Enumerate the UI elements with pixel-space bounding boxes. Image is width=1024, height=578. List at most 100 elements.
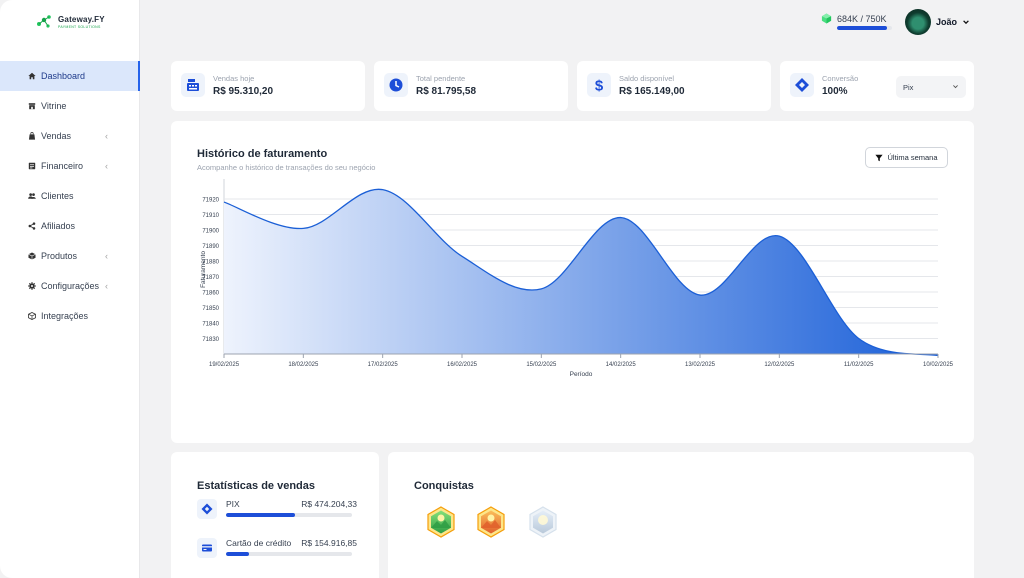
badge-orange-icon[interactable] (476, 506, 506, 538)
stat-label: Vendas hoje (213, 74, 255, 83)
bag-icon (27, 132, 36, 141)
brand-logo[interactable]: Gateway.FY PAYMENT SOLUTIONS (36, 14, 105, 30)
xp-progress: 684K / 750K (821, 13, 892, 30)
xp-bar-fill (837, 26, 888, 30)
x-tick-label: 19/02/2025 (209, 362, 240, 368)
payment-bar-fill (226, 513, 296, 517)
x-tick-label: 10/02/2025 (923, 362, 954, 368)
y-tick-label: 71860 (202, 290, 219, 296)
y-tick-label: 71900 (202, 228, 219, 234)
pix-icon (795, 78, 809, 92)
payment-method-select[interactable]: Pix (896, 76, 966, 98)
stat-value: 100% (822, 86, 848, 97)
payment-value: R$ 154.916,85 (301, 538, 357, 548)
clock-icon (389, 78, 403, 92)
y-axis-title: Faturamento (200, 251, 207, 288)
y-tick-label: 71830 (202, 337, 219, 343)
sidebar-item-produtos[interactable]: Produtos ‹ (0, 241, 140, 271)
stat-card-sales-today: Vendas hoje R$ 95.310,20 (171, 61, 365, 111)
x-axis-title: Período (570, 371, 593, 378)
sidebar-item-clientes[interactable]: Clientes (0, 181, 140, 211)
y-tick-label: 71920 (202, 197, 219, 203)
select-value: Pix (903, 82, 914, 92)
gem-icon (821, 13, 832, 24)
sales-stats-card: Estatísticas de vendas PIX R$ 474.204,33 (171, 452, 379, 578)
sidebar-item-vendas[interactable]: Vendas ‹ (0, 121, 140, 151)
sidebar-item-label: Vendas (41, 131, 72, 141)
payment-name: Cartão de crédito (226, 538, 292, 548)
x-tick-label: 15/02/2025 (526, 362, 557, 368)
pix-icon (201, 503, 213, 515)
sidebar-nav: Dashboard Vitrine Vendas ‹ Financeiro ‹ Client… (0, 61, 140, 331)
sidebar-item-afiliados[interactable]: Afiliados (0, 211, 140, 241)
avatar[interactable] (905, 9, 931, 35)
stat-icon-wrap (384, 73, 408, 97)
credit-card-icon (202, 544, 212, 552)
achievements-card: Conquistas (388, 452, 974, 578)
sidebar-item-dashboard[interactable]: Dashboard (0, 61, 140, 91)
user-menu[interactable]: João (905, 9, 970, 35)
sidebar-item-label: Afiliados (41, 221, 76, 231)
payment-name: PIX (226, 499, 240, 509)
home-icon (27, 72, 36, 81)
payment-value: R$ 474.204,33 (301, 499, 357, 509)
sidebar-item-label: Produtos (41, 251, 78, 261)
x-tick-label: 14/02/2025 (606, 362, 637, 368)
xp-bar (837, 26, 892, 30)
payment-row-pix: PIX R$ 474.204,33 (195, 499, 357, 529)
app-window: Gateway.FY PAYMENT SOLUTIONS Dashboard Vi… (0, 0, 1024, 578)
badge-locked-icon[interactable] (528, 506, 558, 538)
sidebar-item-label: Clientes (41, 191, 74, 201)
payment-bar (226, 552, 352, 556)
badge-green-icon[interactable] (426, 506, 456, 538)
xp-text: 684K / 750K (837, 13, 887, 24)
stat-label: Saldo disponível (619, 74, 675, 83)
box-icon (27, 252, 36, 261)
brand-name: Gateway.FY (58, 15, 105, 24)
cube-icon (27, 312, 36, 321)
x-tick-label: 17/02/2025 (368, 362, 399, 368)
stat-card-pending: Total pendente R$ 81.795,58 (374, 61, 568, 111)
logo-icon (37, 15, 51, 28)
stat-card-balance: $ Saldo disponível R$ 165.149,00 (577, 61, 771, 111)
y-tick-label: 71890 (202, 244, 219, 250)
sidebar-item-vitrine[interactable]: Vitrine (0, 91, 140, 121)
store-icon (27, 102, 36, 111)
stat-value: R$ 81.795,58 (416, 86, 477, 97)
chevron-left-icon: ‹ (105, 131, 108, 141)
dollar-icon: $ (595, 78, 604, 94)
sidebar-item-label: Vitrine (41, 101, 67, 111)
sidebar-item-label: Financeiro (41, 161, 84, 171)
sidebar-item-label: Dashboard (41, 71, 86, 81)
payment-bar (226, 513, 352, 517)
sidebar-item-financeiro[interactable]: Financeiro ‹ (0, 151, 140, 181)
x-tick-label: 16/02/2025 (447, 362, 478, 368)
cash-register-icon (187, 79, 199, 91)
chevron-down-icon[interactable] (962, 18, 970, 26)
y-tick-label: 71850 (202, 306, 219, 312)
revenue-history-card: Histórico de faturamento Acompanhe o his… (171, 121, 974, 443)
chevron-left-icon: ‹ (105, 161, 108, 171)
stat-icon-wrap: $ (587, 73, 611, 97)
x-tick-label: 13/02/2025 (685, 362, 716, 368)
payment-row-credit-card: Cartão de crédito R$ 154.916,85 (195, 538, 357, 568)
brand-tagline: PAYMENT SOLUTIONS (58, 25, 101, 29)
stat-icon-wrap (790, 73, 814, 97)
share-icon (27, 222, 36, 231)
x-tick-label: 18/02/2025 (288, 362, 319, 368)
chevron-down-icon (953, 85, 958, 89)
sidebar-item-configuracoes[interactable]: Configurações ‹ (0, 271, 140, 301)
pay-icon-wrap (197, 499, 217, 519)
sidebar-item-label: Configurações (41, 281, 100, 291)
stat-label: Total pendente (416, 74, 466, 83)
chevron-left-icon: ‹ (105, 251, 108, 261)
stat-card-conversion: Conversão 100% Pix (780, 61, 974, 111)
y-tick-label: 71910 (202, 213, 219, 219)
pay-icon-wrap (197, 538, 217, 558)
payment-bar-fill (226, 552, 249, 556)
y-tick-label: 71840 (202, 321, 219, 327)
users-icon (27, 192, 36, 201)
sidebar-item-integracoes[interactable]: Integrações (0, 301, 140, 331)
stat-value: R$ 95.310,20 (213, 86, 274, 97)
gear-icon (27, 282, 36, 291)
